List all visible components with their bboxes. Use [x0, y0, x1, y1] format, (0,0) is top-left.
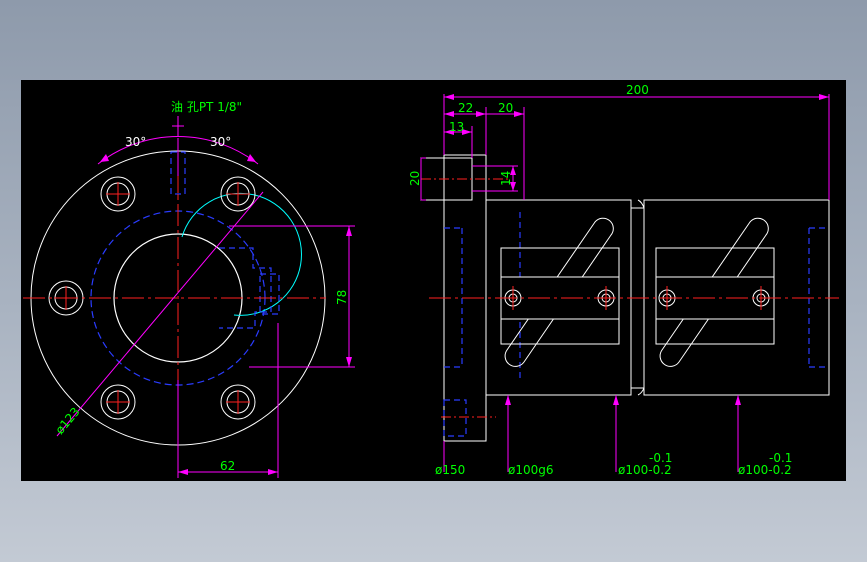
dia-nut1: ø100-0.2 [618, 463, 672, 477]
dim-width-62: 62 [220, 459, 235, 473]
dim-total-length: 200 [626, 83, 649, 97]
dim-22: 22 [458, 101, 473, 115]
front-arrows [100, 154, 352, 475]
dia-nut2: ø100-0.2 [738, 463, 792, 477]
flange-hidden-lines [443, 227, 467, 437]
dim-20-left: 20 [408, 171, 422, 186]
cad-viewport[interactable]: 油 孔PT 1/8" 30° 30° 78 62 ø123 200 22 20 … [21, 80, 846, 481]
side-arrows [444, 94, 829, 405]
cad-drawing: 油 孔PT 1/8" 30° 30° 78 62 ø123 200 22 20 … [23, 83, 839, 478]
dim-13: 13 [449, 120, 464, 134]
oil-hole-label: 油 孔PT 1/8" [171, 100, 242, 114]
front-view: 油 孔PT 1/8" 30° 30° 78 62 ø123 [23, 100, 355, 478]
side-view: 200 22 20 13 20 14 ø150 ø100g6 -0.1 ø100… [408, 83, 839, 477]
dia-body: ø100g6 [508, 463, 554, 477]
dim-20-top: 20 [498, 101, 513, 115]
dim-14: 14 [499, 171, 513, 186]
dia-flange: ø150 [435, 463, 465, 477]
hidden-pocket [219, 247, 272, 329]
angle-right-label: 30° [210, 135, 231, 149]
dim-height-78: 78 [335, 290, 349, 305]
angle-left-label: 30° [125, 135, 146, 149]
dim-pcd: ø123 [53, 405, 83, 437]
